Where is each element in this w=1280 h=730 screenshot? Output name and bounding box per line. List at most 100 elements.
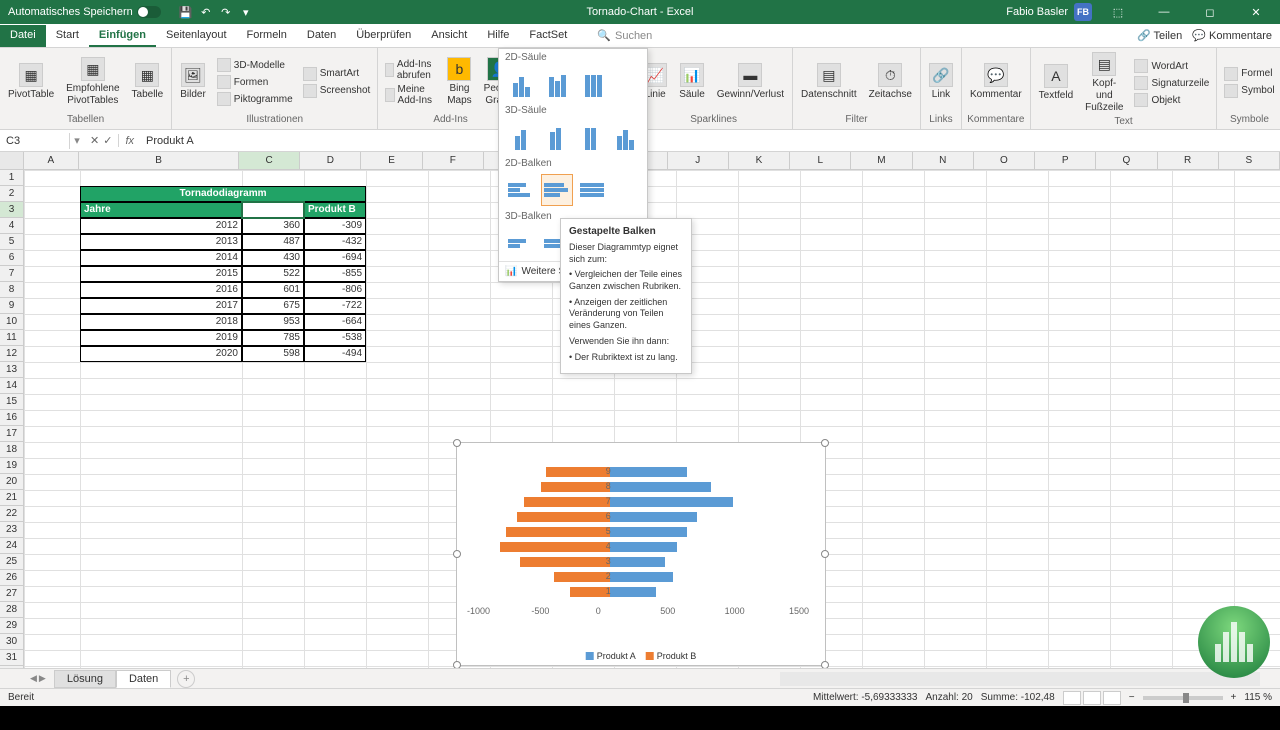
col-header-M[interactable]: M <box>851 152 912 169</box>
row-header-19[interactable]: 19 <box>0 458 23 474</box>
user-avatar[interactable]: FB <box>1074 3 1092 21</box>
fx-icon[interactable]: fx <box>119 135 140 147</box>
row-header-22[interactable]: 22 <box>0 506 23 522</box>
cell-B6[interactable]: 2014 <box>80 250 242 266</box>
objekt-button[interactable]: Objekt <box>1131 92 1212 108</box>
tab-ansicht[interactable]: Ansicht <box>421 25 477 47</box>
view-page-break-button[interactable] <box>1103 691 1121 705</box>
row-header-13[interactable]: 13 <box>0 362 23 378</box>
row-header-28[interactable]: 28 <box>0 602 23 618</box>
chart-3d-100-stacked-column[interactable] <box>575 121 606 153</box>
signatur-button[interactable]: Signaturzeile <box>1131 75 1212 91</box>
zoom-level[interactable]: 115 % <box>1244 692 1272 703</box>
select-all-corner[interactable] <box>0 152 24 169</box>
tab-einfuegen[interactable]: Einfügen <box>89 25 156 47</box>
row-header-24[interactable]: 24 <box>0 538 23 554</box>
row-header-12[interactable]: 12 <box>0 346 23 362</box>
row-header-20[interactable]: 20 <box>0 474 23 490</box>
col-header-F[interactable]: F <box>423 152 484 169</box>
chart-3d-column[interactable] <box>610 121 641 153</box>
piktogramme-button[interactable]: Piktogramme <box>214 91 296 107</box>
chart-100-stacked-column[interactable] <box>577 68 609 100</box>
row-header-25[interactable]: 25 <box>0 554 23 570</box>
symbol-button[interactable]: Symbol <box>1221 83 1277 99</box>
row-header-10[interactable]: 10 <box>0 314 23 330</box>
chart-100-stacked-bar[interactable] <box>577 174 609 206</box>
embedded-chart[interactable]: 987654321-1000-500050010001500 Produkt A… <box>456 442 826 666</box>
empf-pivot-button[interactable]: ▦Empfohlene PivotTables <box>62 55 123 109</box>
datenschnitt-button[interactable]: ▤Datenschnitt <box>797 61 861 103</box>
search-box[interactable]: 🔍 Suchen <box>597 29 652 42</box>
cell-C12[interactable]: 598 <box>242 346 304 362</box>
chart-stacked-column[interactable] <box>541 68 573 100</box>
col-header-S[interactable]: S <box>1219 152 1280 169</box>
view-page-layout-button[interactable] <box>1083 691 1101 705</box>
zoom-in-button[interactable]: + <box>1231 692 1237 703</box>
cell-B9[interactable]: 2017 <box>80 298 242 314</box>
chart-3d-clustered-bar[interactable] <box>505 227 537 259</box>
cell-C3[interactable]: Produkt A <box>242 202 304 218</box>
cell-B4[interactable]: 2012 <box>80 218 242 234</box>
ribbon-options-icon[interactable]: ⬚ <box>1098 0 1138 24</box>
cell-C5[interactable]: 487 <box>242 234 304 250</box>
row-header-8[interactable]: 8 <box>0 282 23 298</box>
col-header-N[interactable]: N <box>913 152 974 169</box>
row-header-30[interactable]: 30 <box>0 634 23 650</box>
cell-C7[interactable]: 522 <box>242 266 304 282</box>
row-header-7[interactable]: 7 <box>0 266 23 282</box>
col-header-K[interactable]: K <box>729 152 790 169</box>
col-header-D[interactable]: D <box>300 152 361 169</box>
cell-D8[interactable]: -806 <box>304 282 366 298</box>
cancel-formula-icon[interactable]: ✕ <box>90 134 99 147</box>
cell-B8[interactable]: 2016 <box>80 282 242 298</box>
row-header-15[interactable]: 15 <box>0 394 23 410</box>
sheet-tab-daten[interactable]: Daten <box>116 670 171 688</box>
cell-B10[interactable]: 2018 <box>80 314 242 330</box>
tab-seitenlayout[interactable]: Seitenlayout <box>156 25 237 47</box>
col-header-Q[interactable]: Q <box>1096 152 1157 169</box>
tab-file[interactable]: Datei <box>0 25 46 47</box>
cell-D10[interactable]: -664 <box>304 314 366 330</box>
cell-C4[interactable]: 360 <box>242 218 304 234</box>
row-header-1[interactable]: 1 <box>0 170 23 186</box>
kopfzeile-button[interactable]: ▤Kopf- und Fußzeile <box>1081 50 1127 116</box>
cell-B5[interactable]: 2013 <box>80 234 242 250</box>
row-header-14[interactable]: 14 <box>0 378 23 394</box>
kommentar-button[interactable]: 💬Kommentar <box>966 61 1026 103</box>
sheet-tab-loesung[interactable]: Lösung <box>54 670 116 688</box>
pivottable-button[interactable]: ▦PivotTable <box>4 61 58 103</box>
zoom-slider[interactable] <box>1143 696 1223 700</box>
autosave-toggle[interactable]: Automatisches Speichern <box>8 6 161 18</box>
3dmodelle-button[interactable]: 3D-Modelle <box>214 57 296 73</box>
row-header-6[interactable]: 6 <box>0 250 23 266</box>
cell-B2[interactable]: Tornadodiagramm <box>80 186 366 202</box>
cell-D3[interactable]: Produkt B <box>304 202 366 218</box>
chart-3d-clustered-column[interactable] <box>505 121 536 153</box>
col-header-J[interactable]: J <box>668 152 729 169</box>
sparkline-saule-button[interactable]: 📊Säule <box>675 61 709 103</box>
cell-B3[interactable]: Jahre <box>80 202 242 218</box>
chart-clustered-bar[interactable] <box>505 174 537 206</box>
row-header-26[interactable]: 26 <box>0 570 23 586</box>
tab-hilfe[interactable]: Hilfe <box>477 25 519 47</box>
row-header-9[interactable]: 9 <box>0 298 23 314</box>
row-header-16[interactable]: 16 <box>0 410 23 426</box>
cell-B7[interactable]: 2015 <box>80 266 242 282</box>
row-header-11[interactable]: 11 <box>0 330 23 346</box>
cell-D6[interactable]: -694 <box>304 250 366 266</box>
row-header-3[interactable]: 3 <box>0 202 23 218</box>
formel-button[interactable]: Formel <box>1221 66 1277 82</box>
smartart-button[interactable]: SmartArt <box>300 66 374 82</box>
textfeld-button[interactable]: ATextfeld <box>1035 62 1077 104</box>
close-icon[interactable]: ✕ <box>1236 0 1276 24</box>
tab-start[interactable]: Start <box>46 25 89 47</box>
cell-C6[interactable]: 430 <box>242 250 304 266</box>
cell-D7[interactable]: -855 <box>304 266 366 282</box>
wordart-button[interactable]: WordArt <box>1131 58 1212 74</box>
cell-D5[interactable]: -432 <box>304 234 366 250</box>
cell-D9[interactable]: -722 <box>304 298 366 314</box>
row-header-27[interactable]: 27 <box>0 586 23 602</box>
tabelle-button[interactable]: ▦Tabelle <box>128 61 168 103</box>
cell-B12[interactable]: 2020 <box>80 346 242 362</box>
formen-button[interactable]: Formen <box>214 74 296 90</box>
